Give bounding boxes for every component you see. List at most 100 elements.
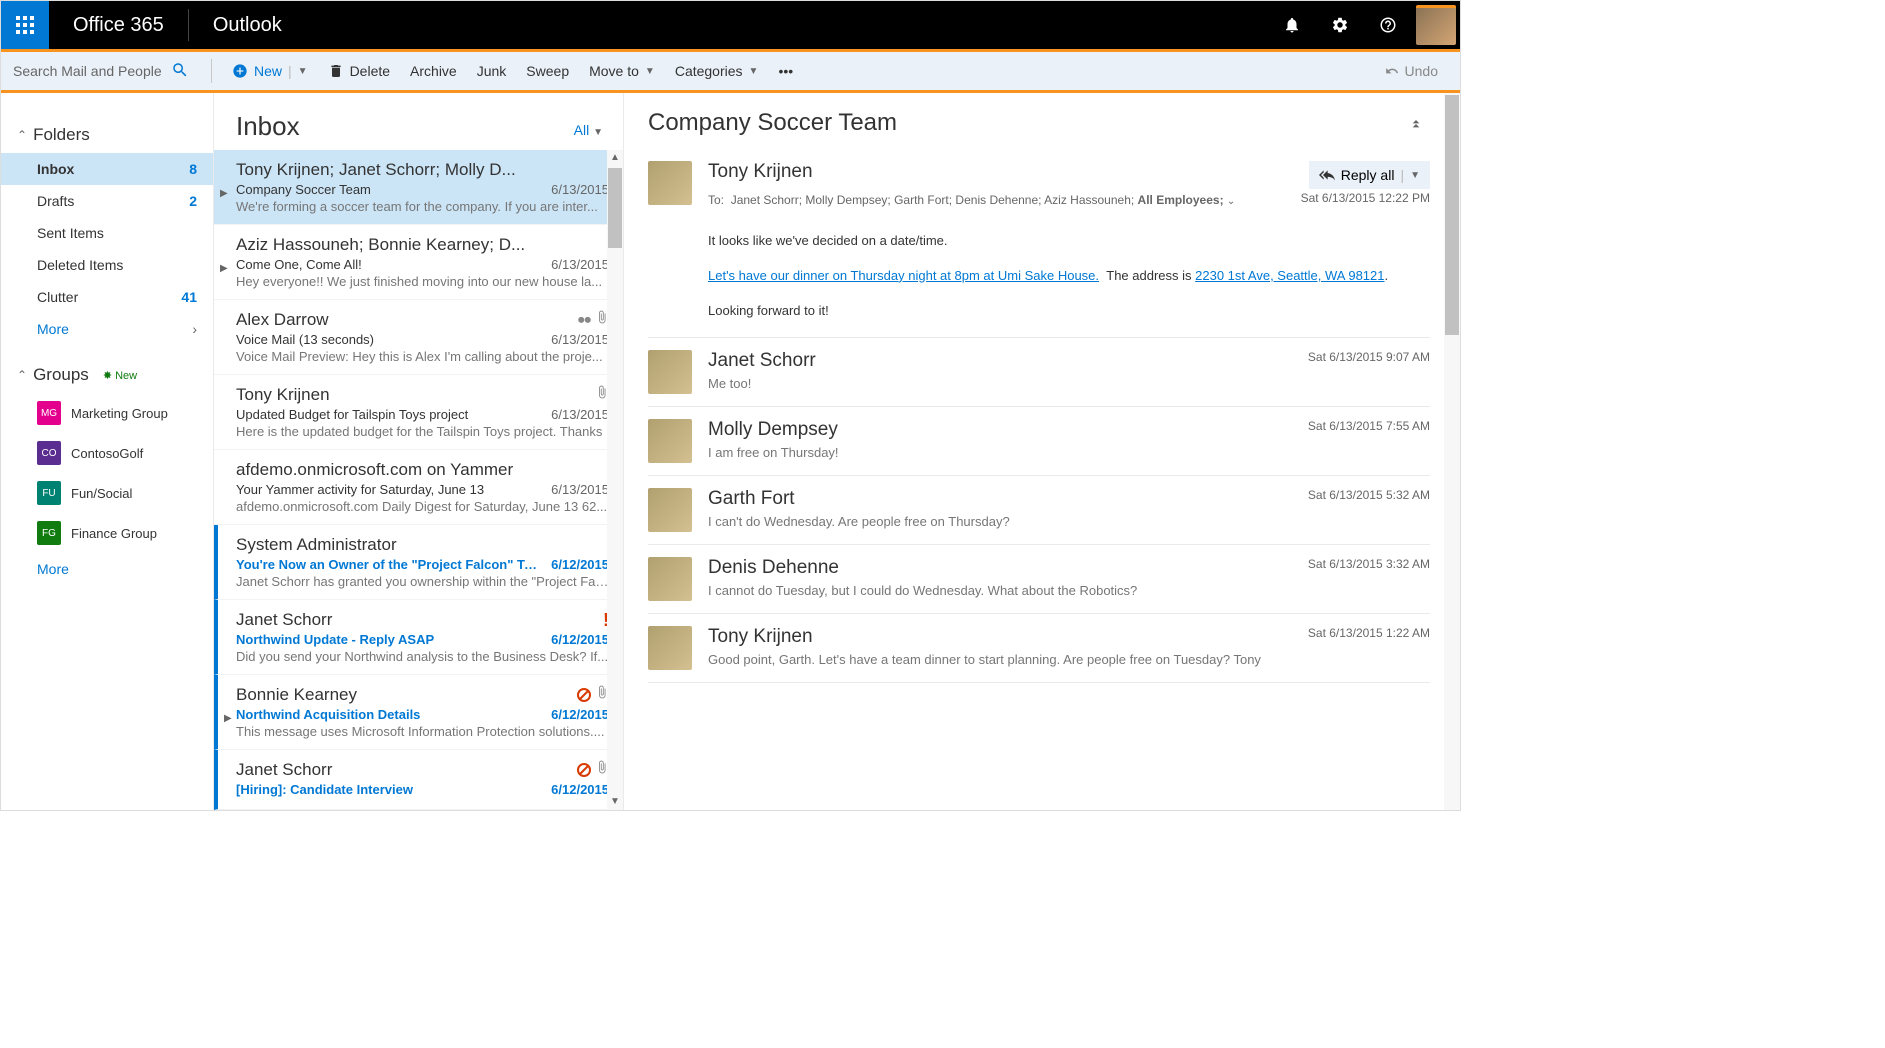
help-button[interactable] bbox=[1364, 1, 1412, 49]
plus-circle-icon bbox=[232, 63, 248, 79]
app-launcher[interactable] bbox=[1, 1, 49, 49]
expand-conversation-icon[interactable]: ▶ bbox=[220, 188, 228, 199]
voicemail-icon: ⏺⏺ bbox=[578, 312, 591, 328]
message-subject: Northwind Update - Reply ASAP bbox=[236, 632, 543, 647]
settings-button[interactable] bbox=[1316, 1, 1364, 49]
delete-label: Delete bbox=[350, 63, 390, 79]
conversation-message[interactable]: Janet Schorr Sat 6/13/2015 9:07 AM Me to… bbox=[648, 338, 1430, 407]
scrollbar-track[interactable]: ▲ ▼ bbox=[607, 150, 623, 810]
message-date: Sat 6/13/2015 1:22 AM bbox=[1308, 626, 1430, 640]
groups-heading[interactable]: ⌃ Groups New bbox=[1, 357, 213, 393]
scroll-down-arrow[interactable]: ▼ bbox=[607, 794, 623, 810]
undo-button[interactable]: Undo bbox=[1375, 57, 1448, 85]
archive-button[interactable]: Archive bbox=[400, 57, 467, 85]
message-from: Janet Schorr bbox=[236, 760, 609, 780]
conversation-message[interactable]: Tony Krijnen Sat 6/13/2015 1:22 AM Good … bbox=[648, 614, 1430, 683]
message-item[interactable]: ▶ Bonnie Kearney Northwind Acquisition D… bbox=[214, 675, 623, 750]
new-split-sep: | bbox=[288, 63, 292, 79]
message-date: 6/13/2015 bbox=[551, 257, 609, 272]
header-bar: Office 365 Outlook bbox=[1, 1, 1460, 49]
group-label: Finance Group bbox=[71, 526, 157, 541]
group-item-contosogolf[interactable]: COContosoGolf bbox=[1, 433, 213, 473]
chevron-down-icon[interactable]: ▼ bbox=[1410, 170, 1420, 181]
message-from: afdemo.onmicrosoft.com on Yammer bbox=[236, 460, 609, 480]
search-input[interactable] bbox=[13, 63, 163, 79]
sender-avatar bbox=[648, 488, 692, 532]
expand-recipients-icon[interactable]: ⌄ bbox=[1227, 196, 1235, 207]
collapse-button[interactable] bbox=[1408, 114, 1424, 133]
folder-label: Drafts bbox=[37, 193, 74, 209]
junk-button[interactable]: Junk bbox=[467, 57, 517, 85]
message-item[interactable]: ⏺⏺ Alex Darrow Voice Mail (13 seconds) 6… bbox=[214, 300, 623, 375]
conversation-message[interactable]: Garth Fort Sat 6/13/2015 5:32 AM I can't… bbox=[648, 476, 1430, 545]
sidebar-item-deleted-items[interactable]: Deleted Items bbox=[1, 249, 213, 281]
message-from: Tony Krijnen; Janet Schorr; Molly D... bbox=[236, 160, 609, 180]
folder-label: Deleted Items bbox=[37, 257, 123, 273]
chevron-down-icon: ▼ bbox=[593, 127, 603, 138]
categories-button[interactable]: Categories ▼ bbox=[665, 57, 769, 85]
conversation-message[interactable]: Denis Dehenne Sat 6/13/2015 3:32 AM I ca… bbox=[648, 545, 1430, 614]
message-item[interactable]: Tony Krijnen Updated Budget for Tailspin… bbox=[214, 375, 623, 450]
message-from: Bonnie Kearney bbox=[236, 685, 609, 705]
message-subject: Voice Mail (13 seconds) bbox=[236, 332, 543, 347]
message-date: Sat 6/13/2015 3:32 AM bbox=[1308, 557, 1430, 571]
reading-scrollbar-track[interactable] bbox=[1444, 93, 1460, 810]
user-avatar[interactable] bbox=[1416, 5, 1456, 45]
sidebar-item-sent-items[interactable]: Sent Items bbox=[1, 217, 213, 249]
group-item-fun/social[interactable]: FUFun/Social bbox=[1, 473, 213, 513]
reply-all-button[interactable]: Reply all | ▼ bbox=[1309, 161, 1430, 189]
list-filter[interactable]: All ▼ bbox=[574, 122, 603, 138]
bell-icon bbox=[1283, 16, 1301, 34]
scrollbar-thumb[interactable] bbox=[608, 168, 622, 248]
conversation-message[interactable]: Molly Dempsey Sat 6/13/2015 7:55 AM I am… bbox=[648, 407, 1430, 476]
question-icon bbox=[1379, 16, 1397, 34]
message-item[interactable]: ▶ Tony Krijnen; Janet Schorr; Molly D...… bbox=[214, 150, 623, 225]
search-icon[interactable] bbox=[171, 61, 189, 82]
chevron-down-icon[interactable]: ▼ bbox=[298, 66, 308, 77]
waffle-icon bbox=[16, 16, 34, 34]
expand-conversation-icon[interactable]: ▶ bbox=[220, 263, 228, 274]
reading-scrollbar-thumb[interactable] bbox=[1445, 95, 1459, 335]
main: ⌃ Folders Inbox8Drafts2Sent Items Deleted… bbox=[1, 93, 1460, 810]
group-item-finance-group[interactable]: FGFinance Group bbox=[1, 513, 213, 553]
conversation-message[interactable]: Tony Krijnen Reply all | ▼ bbox=[648, 145, 1430, 338]
groups-more[interactable]: More bbox=[1, 553, 213, 585]
message-from: Aziz Hassouneh; Bonnie Kearney; D... bbox=[236, 235, 609, 255]
brand-label: Office 365 bbox=[49, 14, 188, 37]
message-snippet: Good point, Garth. Let's have a team din… bbox=[708, 652, 1430, 667]
folders-more[interactable]: More › bbox=[1, 313, 213, 345]
sidebar-item-inbox[interactable]: Inbox8 bbox=[1, 153, 213, 185]
delete-button[interactable]: Delete bbox=[318, 57, 400, 85]
message-item[interactable]: ▶ Aziz Hassouneh; Bonnie Kearney; D... C… bbox=[214, 225, 623, 300]
message-date: 6/12/2015 bbox=[551, 632, 609, 647]
sweep-button[interactable]: Sweep bbox=[516, 57, 579, 85]
message-date: Sat 6/13/2015 5:32 AM bbox=[1308, 488, 1430, 502]
new-button[interactable]: New | ▼ bbox=[222, 57, 318, 85]
message-subject: Company Soccer Team bbox=[236, 182, 543, 197]
message-preview: Did you send your Northwind analysis to … bbox=[236, 649, 609, 664]
notifications-button[interactable] bbox=[1268, 1, 1316, 49]
group-badge: CO bbox=[37, 441, 61, 465]
sidebar-item-drafts[interactable]: Drafts2 bbox=[1, 185, 213, 217]
message-item[interactable]: ! Janet Schorr Northwind Update - Reply … bbox=[214, 600, 623, 675]
dinner-link[interactable]: Let's have our dinner on Thursday night … bbox=[708, 268, 1099, 283]
move-to-button[interactable]: Move to ▼ bbox=[579, 57, 665, 85]
new-label: New bbox=[254, 63, 282, 79]
scroll-up-arrow[interactable]: ▲ bbox=[607, 150, 623, 166]
message-item[interactable]: Janet Schorr [Hiring]: Candidate Intervi… bbox=[214, 750, 623, 810]
expand-conversation-icon[interactable]: ▶ bbox=[224, 713, 232, 724]
folders-heading[interactable]: ⌃ Folders bbox=[1, 117, 213, 153]
search-box[interactable] bbox=[13, 61, 201, 82]
message-date: 6/12/2015 bbox=[551, 782, 609, 797]
message-item[interactable]: afdemo.onmicrosoft.com on Yammer Your Ya… bbox=[214, 450, 623, 525]
message-preview: Janet Schorr has granted you ownership w… bbox=[236, 574, 609, 589]
more-actions-button[interactable]: ••• bbox=[768, 57, 803, 85]
address-link[interactable]: 2230 1st Ave, Seattle, WA 98121 bbox=[1195, 268, 1384, 283]
message-item[interactable]: System Administrator You're Now an Owner… bbox=[214, 525, 623, 600]
chevron-up-icon: ⌃ bbox=[17, 368, 27, 382]
message-preview: We're forming a soccer team for the comp… bbox=[236, 199, 609, 214]
group-item-marketing-group[interactable]: MGMarketing Group bbox=[1, 393, 213, 433]
sidebar-item-clutter[interactable]: Clutter41 bbox=[1, 281, 213, 313]
sender-avatar bbox=[648, 557, 692, 601]
sender-avatar bbox=[648, 626, 692, 670]
